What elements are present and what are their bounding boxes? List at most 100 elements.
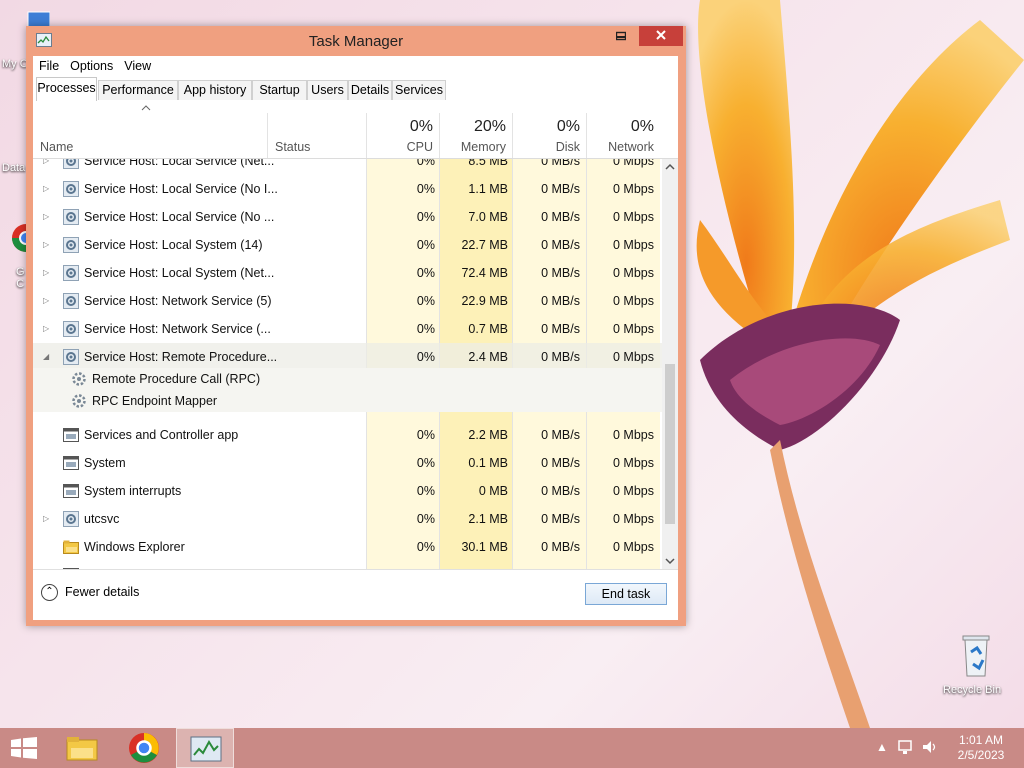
process-row[interactable]: ▷ Service Host: Network Service (... 0% 0.7…	[33, 315, 662, 343]
process-name: Service Host: Remote Procedure...	[84, 350, 278, 364]
tab-processes[interactable]: Processes	[36, 77, 97, 101]
expand-arrow-icon[interactable]: ▷	[43, 240, 49, 249]
window-client: File Options View Processes Performance Ap…	[33, 56, 678, 620]
volume-icon[interactable]	[921, 739, 939, 755]
expand-arrow-icon[interactable]: ▷	[43, 514, 49, 523]
desktop-icon-recycle-bin[interactable]: Recycle Bin	[940, 630, 1010, 696]
process-row[interactable]: ▷ Service Host: Local Service (No I... 0% 1…	[33, 175, 662, 203]
end-task-button[interactable]: End task	[585, 583, 667, 605]
taskbar: ▲ 1:01 AM 2/5/2023	[0, 728, 1024, 768]
process-row[interactable]: ▷ Service Host: Network Service (5) 0% 22.9…	[33, 287, 662, 315]
tab-app-history[interactable]: App history	[178, 80, 252, 100]
gear-icon	[63, 265, 79, 281]
taskbar-task-manager[interactable]	[176, 728, 234, 768]
fewer-details-button[interactable]: ⌃ Fewer details	[41, 584, 139, 601]
vertical-scrollbar[interactable]	[662, 159, 678, 569]
tab-strip: Processes Performance App history Startu…	[33, 77, 678, 102]
process-network: 0 Mbps	[613, 428, 654, 442]
close-button[interactable]	[639, 26, 683, 46]
process-row[interactable]: ▷ Service Host: Local System (14) 0% 22.7 M…	[33, 231, 662, 259]
column-name-label: Name	[40, 140, 74, 154]
process-disk: 0 MB/s	[541, 182, 580, 196]
process-row[interactable]: ▷ Service Host: Local System (Net... 0% 72.…	[33, 259, 662, 287]
folder-icon	[63, 539, 79, 555]
process-name: System	[84, 456, 126, 470]
network-icon[interactable]	[897, 739, 915, 755]
disk-label: Disk	[555, 140, 580, 154]
process-memory: 1.1 MB	[468, 182, 508, 196]
column-name[interactable]: Name	[33, 101, 263, 158]
process-network: 0 Mbps	[613, 350, 654, 364]
expand-arrow-icon[interactable]: ▷	[43, 296, 49, 305]
process-cpu: 0%	[416, 428, 435, 442]
windows-logo-icon	[11, 737, 37, 759]
process-network: 0 Mbps	[613, 484, 654, 498]
menu-options[interactable]: Options	[64, 56, 118, 73]
process-row[interactable]: ▷ Service Host: Local Service (Net... 0% 8.…	[33, 159, 662, 175]
process-memory: 0.7 MB	[468, 322, 508, 336]
collapse-arrow-icon[interactable]: ◢	[43, 352, 49, 361]
process-memory: 72.4 MB	[461, 266, 508, 280]
expand-arrow-icon[interactable]: ▷	[43, 212, 49, 221]
process-row[interactable]: ▷ Service Host: Local Service (No ... 0% 7.…	[33, 203, 662, 231]
process-disk: 0 MB/s	[541, 428, 580, 442]
taskbar-chrome[interactable]	[118, 728, 170, 768]
process-row[interactable]: System interrupts 0% 0 MB 0 MB/s 0 Mbps	[33, 477, 662, 505]
expand-arrow-icon[interactable]: ▷	[43, 159, 49, 165]
process-disk: 0 MB/s	[541, 210, 580, 224]
taskbar-file-explorer[interactable]	[56, 728, 108, 768]
system-clock[interactable]: 1:01 AM 2/5/2023	[948, 733, 1014, 763]
gear-icon	[63, 181, 79, 197]
desktop-icon-label: Data	[2, 162, 26, 174]
maximize-icon	[615, 31, 627, 41]
process-memory: 22.9 MB	[461, 294, 508, 308]
process-network: 0 Mbps	[613, 210, 654, 224]
column-disk[interactable]: 0% Disk	[513, 101, 586, 158]
scroll-down-icon[interactable]	[665, 557, 675, 565]
process-cpu: 0%	[416, 266, 435, 280]
process-cpu: 0%	[416, 540, 435, 554]
scrollbar-thumb[interactable]	[665, 364, 675, 524]
process-memory: 2.1 MB	[468, 512, 508, 526]
column-network[interactable]: 0% Network	[587, 101, 660, 158]
service-gear-icon	[71, 393, 87, 409]
expand-arrow-icon[interactable]: ▷	[43, 268, 49, 277]
expand-arrow-icon[interactable]: ▷	[43, 324, 49, 333]
process-network: 0 Mbps	[613, 238, 654, 252]
scroll-up-icon[interactable]	[665, 163, 675, 171]
process-row[interactable]: Services and Controller app 0% 2.2 MB 0 MB/…	[33, 421, 662, 449]
process-memory: 30.1 MB	[461, 540, 508, 554]
tab-performance[interactable]: Performance	[98, 80, 178, 100]
process-row[interactable]: ▷ utcsvc 0% 2.1 MB 0 MB/s 0 Mbps	[33, 505, 662, 533]
process-row[interactable]: ◢ Service Host: Remote Procedure... 0% 2.4 …	[33, 343, 662, 371]
process-row[interactable]: Windows Logon Application0%1.6 MB0 MB/s0…	[33, 561, 662, 569]
tab-services[interactable]: Services	[392, 80, 446, 100]
column-memory[interactable]: 20% Memory	[440, 101, 512, 158]
process-cpu: 0%	[416, 210, 435, 224]
process-name: Service Host: Local Service (No ...	[84, 210, 275, 224]
service-row[interactable]: RPC Endpoint Mapper	[33, 390, 662, 412]
maximize-button[interactable]	[608, 26, 634, 46]
column-cpu[interactable]: 0% CPU	[367, 101, 439, 158]
cpu-label: CPU	[406, 140, 433, 154]
show-hidden-icons-button[interactable]: ▲	[876, 740, 888, 754]
expand-arrow-icon[interactable]: ▷	[43, 184, 49, 193]
menu-view[interactable]: View	[118, 56, 156, 73]
service-name: Remote Procedure Call (RPC)	[92, 372, 261, 386]
start-button[interactable]	[0, 728, 48, 768]
service-row[interactable]: Remote Procedure Call (RPC)	[33, 368, 662, 390]
tab-users[interactable]: Users	[307, 80, 348, 100]
process-network: 0 Mbps	[613, 512, 654, 526]
menu-file[interactable]: File	[33, 56, 64, 73]
tab-startup[interactable]: Startup	[252, 80, 307, 100]
clock-date: 2/5/2023	[957, 748, 1005, 762]
close-icon	[656, 30, 666, 40]
process-disk: 0 MB/s	[541, 322, 580, 336]
title-bar[interactable]: Task Manager	[26, 26, 686, 56]
process-row[interactable]: System 0% 0.1 MB 0 MB/s 0 Mbps	[33, 449, 662, 477]
column-status[interactable]: Status	[268, 101, 365, 158]
process-row[interactable]: Windows Explorer 0% 30.1 MB 0 MB/s 0 Mbps	[33, 533, 662, 561]
recycle-bin-label: Recycle Bin	[943, 684, 1002, 696]
tab-details[interactable]: Details	[348, 80, 392, 100]
folder-icon	[66, 737, 98, 761]
